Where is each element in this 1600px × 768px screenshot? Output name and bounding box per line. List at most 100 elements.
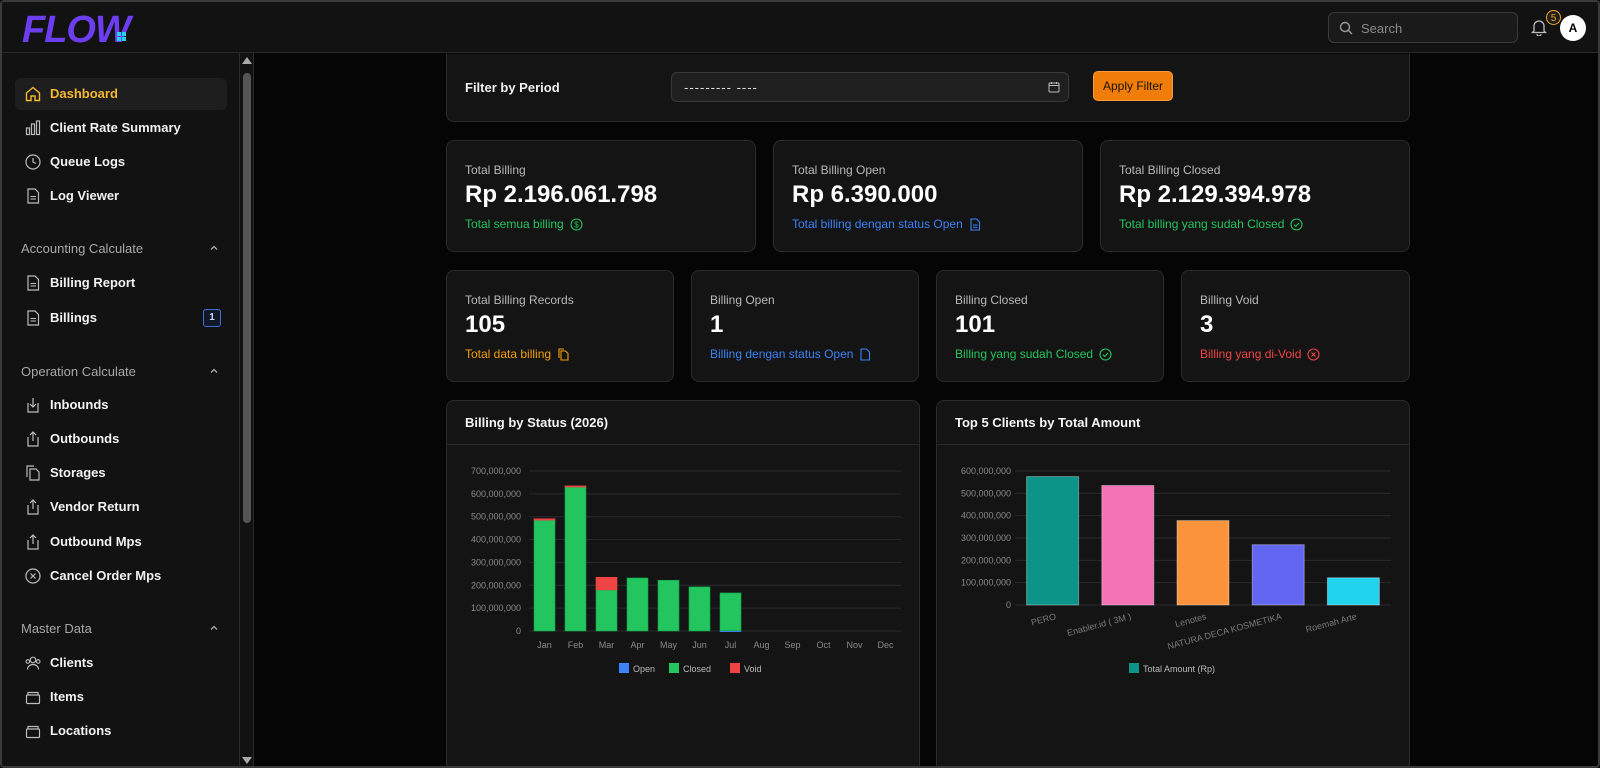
- stat-card-billing-open: Billing Open 1 Billing dengan status Ope…: [691, 270, 919, 382]
- sidebar-item-client-rate-summary[interactable]: Client Rate Summary: [15, 112, 227, 144]
- scroll-up-arrow[interactable]: [242, 57, 252, 64]
- period-date-input[interactable]: --------- ----: [671, 72, 1069, 102]
- bar[interactable]: [1251, 544, 1305, 606]
- sidebar-item-queue-logs[interactable]: Queue Logs: [15, 146, 227, 178]
- bar-closed[interactable]: [657, 579, 680, 632]
- section-header-accounting[interactable]: Accounting Calculate: [21, 241, 221, 256]
- bar[interactable]: [1176, 520, 1230, 606]
- stat-subtitle: Total billing yang sudah Closed: [1119, 217, 1285, 231]
- stat-subtitle: Billing dengan status Open: [710, 347, 854, 361]
- file-icon: [27, 275, 40, 291]
- sidebar-item-label: Client Rate Summary: [50, 120, 181, 135]
- stat-subtitle: Total semua billing: [465, 217, 564, 231]
- y-tick-label: 0: [1006, 600, 1011, 610]
- notification-badge: 5: [1546, 10, 1561, 25]
- section-header-operation[interactable]: Operation Calculate: [21, 364, 221, 379]
- x-tick-label: Apr: [630, 640, 644, 650]
- sidebar-item-inbounds[interactable]: Inbounds: [15, 389, 227, 421]
- y-tick-label: 700,000,000: [471, 466, 521, 476]
- sidebar-item-log-viewer[interactable]: Log Viewer: [15, 180, 227, 212]
- bell-icon[interactable]: [1530, 18, 1548, 36]
- stat-value: 3: [1200, 311, 1214, 338]
- bar-closed[interactable]: [564, 486, 587, 632]
- x-tick-label: Dec: [877, 640, 894, 650]
- sidebar-item-vendor-return[interactable]: Vendor Return: [15, 491, 227, 523]
- dollar-circle-icon: $: [570, 217, 583, 231]
- sidebar-item-cancel-order-mps[interactable]: Cancel Order Mps: [15, 560, 227, 592]
- sidebar-item-outbound-mps[interactable]: Outbound Mps: [15, 526, 227, 558]
- y-tick-label: 100,000,000: [471, 603, 521, 613]
- flow-logo[interactable]: FLOW: [22, 8, 146, 46]
- scroll-down-arrow[interactable]: [242, 757, 252, 764]
- bar-closed[interactable]: [688, 586, 711, 632]
- chevron-up-icon[interactable]: [209, 366, 219, 376]
- clock-icon: [25, 154, 41, 170]
- x-tick-label: Aug: [753, 640, 769, 650]
- check-circle-icon: [1290, 217, 1304, 231]
- sidebar-scrollbar[interactable]: [240, 53, 254, 766]
- sidebar-item-billing-report[interactable]: Billing Report: [15, 267, 227, 299]
- legend-swatch: [619, 663, 629, 673]
- bar-closed[interactable]: [719, 592, 742, 631]
- stat-value: 101: [955, 311, 996, 338]
- chevron-up-icon[interactable]: [209, 623, 219, 633]
- x-tick-label: Sep: [784, 640, 800, 650]
- bar-void[interactable]: [595, 576, 618, 591]
- bar[interactable]: [1101, 485, 1155, 606]
- stat-title: Total Billing: [465, 163, 526, 177]
- sidebar-item-clients[interactable]: Clients: [15, 647, 227, 679]
- bar-closed[interactable]: [533, 519, 556, 632]
- stat-title: Total Billing Closed: [1119, 163, 1221, 177]
- sidebar-item-label: Locations: [50, 723, 112, 738]
- y-tick-label: 0: [516, 626, 521, 636]
- bar[interactable]: [1326, 577, 1380, 606]
- chevron-up-icon[interactable]: [209, 243, 219, 253]
- x-tick-label: Feb: [568, 640, 584, 650]
- stat-card-billing-void: Billing Void 3 Billing yang di-Void: [1181, 270, 1410, 382]
- sidebar-item-locations[interactable]: Locations: [15, 715, 227, 747]
- avatar[interactable]: A: [1560, 15, 1586, 41]
- bar[interactable]: [1026, 476, 1080, 606]
- x-tick-label: Roemah Arte: [1305, 611, 1358, 634]
- scrollbar-thumb[interactable]: [243, 73, 251, 523]
- sidebar-item-label: Queue Logs: [50, 154, 126, 169]
- stat-value: Rp 6.390.000: [792, 181, 938, 208]
- sidebar-item-label: Storages: [50, 465, 106, 480]
- x-tick-label: Nov: [846, 640, 863, 650]
- bar-void[interactable]: [564, 485, 587, 488]
- legend-label: Total Amount (Rp): [1143, 664, 1215, 674]
- x-tick-label: Jun: [692, 640, 707, 650]
- bar-closed[interactable]: [626, 577, 649, 632]
- bar-void[interactable]: [533, 518, 556, 521]
- top-bar: FLOW 5 A: [2, 2, 1598, 53]
- file-icon: [27, 310, 40, 326]
- sidebar-item-dashboard[interactable]: Dashboard: [15, 78, 227, 110]
- search-box[interactable]: [1328, 12, 1518, 43]
- stat-title: Billing Open: [710, 293, 775, 307]
- bar-closed[interactable]: [595, 589, 618, 632]
- sidebar-item-billings[interactable]: Billings 1: [15, 302, 227, 334]
- sidebar: Dashboard Client Rate Summary Queue Logs…: [2, 53, 240, 766]
- search-input[interactable]: [1361, 18, 1511, 38]
- sidebar-item-storages[interactable]: Storages: [15, 457, 227, 489]
- stat-subtitle: Billing yang sudah Closed: [955, 347, 1094, 361]
- legend-swatch: [730, 663, 740, 673]
- billings-count-badge: 1: [203, 309, 221, 327]
- x-tick-label: Lenotes: [1174, 611, 1208, 629]
- sidebar-item-label: Outbound Mps: [50, 534, 142, 549]
- sidebar-item-outbounds[interactable]: Outbounds: [15, 423, 227, 455]
- stat-value: Rp 2.129.394.978: [1119, 181, 1312, 208]
- top-clients-chart: 0 100,000,000 200,000,000 300,000,000 400,00…: [961, 466, 1391, 674]
- calendar-icon[interactable]: [1048, 81, 1060, 93]
- box-icon: [25, 725, 41, 739]
- stat-title: Total Billing Records: [465, 293, 574, 307]
- filter-card: Filter by Period --------- ---- Apply Fi…: [446, 54, 1410, 122]
- stat-card-total-billing-closed: Total Billing Closed Rp 2.129.394.978 To…: [1100, 140, 1410, 252]
- section-header-master-data[interactable]: Master Data: [21, 621, 221, 636]
- sidebar-item-items[interactable]: Items: [15, 681, 227, 713]
- apply-filter-button[interactable]: Apply Filter: [1093, 71, 1173, 101]
- y-tick-label: 400,000,000: [961, 511, 1011, 521]
- users-icon: [25, 656, 41, 670]
- billing-status-chart: 0 100,000,000 200,000,000 300,000,000 400,00…: [471, 466, 901, 674]
- bar-chart-icon: [25, 120, 41, 136]
